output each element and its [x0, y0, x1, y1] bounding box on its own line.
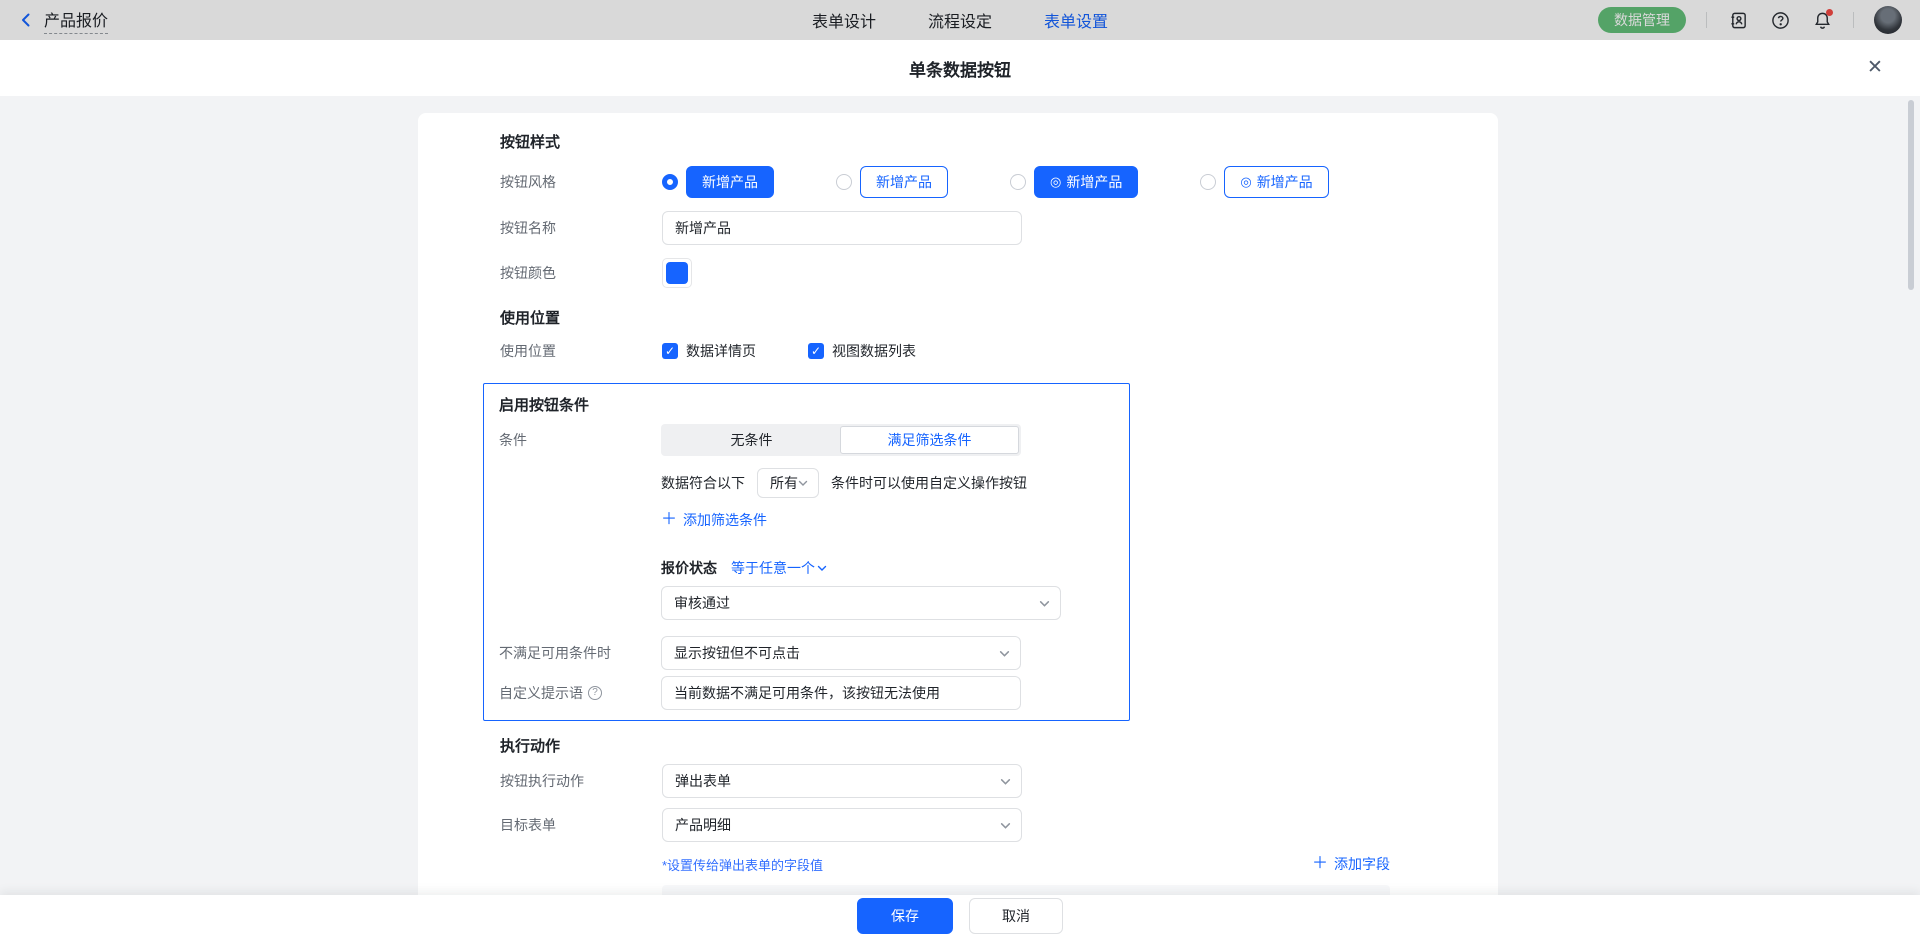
match-suffix: 条件时可以使用自定义操作按钮 [831, 473, 1027, 493]
action-select[interactable]: 弹出表单 [662, 764, 1022, 798]
button-name-row: 按钮名称 [500, 211, 1498, 245]
divider [1853, 12, 1854, 28]
tab-flow-setting[interactable]: 流程设定 [928, 8, 992, 32]
divider [1706, 12, 1707, 28]
action-row: 按钮执行动作 弹出表单 [500, 764, 1498, 798]
condition-label: 条件 [499, 430, 661, 450]
action-label: 按钮执行动作 [500, 771, 662, 791]
condition-segmented-control: 无条件 满足筛选条件 [661, 424, 1021, 456]
fields-note-row: *设置传给弹出表单的字段值 ＋添加字段 [662, 854, 1390, 874]
unmet-condition-label: 不满足可用条件时 [499, 643, 661, 663]
match-select[interactable]: 所有 [757, 468, 819, 498]
radio-icon[interactable] [1010, 174, 1026, 190]
radio-checked-icon[interactable] [662, 174, 678, 190]
data-manage-button[interactable]: 数据管理 [1598, 7, 1686, 33]
unmet-condition-select[interactable]: 显示按钮但不可点击 [661, 636, 1021, 670]
save-button[interactable]: 保存 [857, 898, 953, 934]
condition-row: 条件 无条件 满足筛选条件 [499, 424, 1113, 456]
checkbox-checked-icon[interactable]: ✓ [808, 343, 824, 359]
scrollbar[interactable] [1908, 100, 1914, 290]
chevron-down-icon [1000, 776, 1011, 787]
section-title-position: 使用位置 [500, 307, 1498, 328]
modal-footer: 保存 取消 [0, 895, 1920, 937]
modal-header: 单条数据按钮 ✕ [0, 40, 1920, 96]
modal-title: 单条数据按钮 [909, 56, 1011, 81]
demo-button-solid-icon: ◎新增产品 [1034, 166, 1138, 198]
close-icon[interactable]: ✕ [1864, 57, 1886, 79]
segment-filter-condition[interactable]: 满足筛选条件 [840, 426, 1019, 454]
button-color-row: 按钮颜色 [500, 258, 1498, 288]
style-option-outline-icon[interactable]: ◎新增产品 [1200, 166, 1328, 198]
help-icon[interactable] [1769, 9, 1791, 31]
section-title-action: 执行动作 [500, 735, 1498, 756]
radio-icon[interactable] [836, 174, 852, 190]
filter-field-name: 报价状态 [661, 558, 717, 578]
target-form-label: 目标表单 [500, 815, 662, 835]
chevron-down-icon [999, 648, 1010, 659]
condition-section-box: 启用按钮条件 条件 无条件 满足筛选条件 数据符合以下 所有 条件时可以使用自定… [483, 383, 1130, 721]
chevron-down-icon [798, 478, 808, 488]
add-field-button[interactable]: ＋添加字段 [1312, 854, 1390, 874]
back-icon[interactable] [18, 12, 34, 28]
checkbox-label: 视图数据列表 [832, 341, 916, 361]
checkbox-detail-page[interactable]: ✓ 数据详情页 [662, 341, 756, 361]
cancel-button[interactable]: 取消 [969, 898, 1063, 934]
checkbox-view-list[interactable]: ✓ 视图数据列表 [808, 341, 916, 361]
chevron-down-icon [1039, 598, 1050, 609]
avatar[interactable] [1874, 6, 1902, 34]
style-option-solid-icon[interactable]: ◎新增产品 [1010, 166, 1138, 198]
settings-card: 按钮样式 按钮风格 新增产品 新增产品 ◎新增产品 ◎新增产品 按钮名称 [418, 113, 1498, 937]
checkbox-label: 数据详情页 [686, 341, 756, 361]
unmet-condition-row: 不满足可用条件时 显示按钮但不可点击 [499, 636, 1113, 670]
fields-note: *设置传给弹出表单的字段值 [662, 855, 823, 874]
match-rule-row: 数据符合以下 所有 条件时可以使用自定义操作按钮 [661, 468, 1113, 498]
filter-field-row: 报价状态 等于任意一个 [661, 558, 1113, 578]
custom-tip-input[interactable] [661, 676, 1021, 710]
tab-form-design[interactable]: 表单设计 [812, 8, 876, 32]
button-name-input[interactable] [662, 211, 1022, 245]
tab-form-settings[interactable]: 表单设置 [1044, 8, 1108, 32]
demo-button-outline-icon: ◎新增产品 [1224, 166, 1328, 198]
match-prefix: 数据符合以下 [661, 473, 745, 493]
modal-body: 按钮样式 按钮风格 新增产品 新增产品 ◎新增产品 ◎新增产品 按钮名称 [0, 96, 1920, 937]
topbar: 产品报价 表单设计 流程设定 表单设置 数据管理 [0, 0, 1920, 40]
section-title-button-style: 按钮样式 [500, 131, 1498, 152]
color-picker[interactable] [662, 258, 692, 288]
notification-badge [1826, 9, 1833, 16]
custom-tip-row: 自定义提示语 ? [499, 676, 1113, 710]
section-title-condition: 启用按钮条件 [499, 394, 1113, 415]
breadcrumb-form-name[interactable]: 产品报价 [44, 7, 108, 34]
button-style-row: 按钮风格 新增产品 新增产品 ◎新增产品 ◎新增产品 [500, 166, 1498, 198]
demo-button-solid: 新增产品 [686, 166, 774, 198]
bell-icon[interactable] [1811, 9, 1833, 31]
target-icon: ◎ [1050, 174, 1061, 190]
segment-no-condition[interactable]: 无条件 [663, 426, 840, 454]
radio-icon[interactable] [1200, 174, 1216, 190]
button-name-label: 按钮名称 [500, 218, 662, 238]
target-form-row: 目标表单 产品明细 [500, 808, 1498, 842]
add-filter-button[interactable]: ＋添加筛选条件 [661, 510, 767, 530]
style-option-solid[interactable]: 新增产品 [662, 166, 774, 198]
target-icon: ◎ [1240, 174, 1251, 190]
filter-operator-link[interactable]: 等于任意一个 [731, 558, 827, 578]
position-label: 使用位置 [500, 341, 662, 361]
chevron-down-icon [1000, 820, 1011, 831]
demo-button-outline: 新增产品 [860, 166, 948, 198]
filter-value-row: 审核通过 [661, 586, 1113, 620]
info-icon[interactable]: ? [588, 686, 602, 700]
button-style-label: 按钮风格 [500, 172, 662, 192]
topbar-tabs: 表单设计 流程设定 表单设置 [812, 0, 1108, 40]
button-color-label: 按钮颜色 [500, 263, 662, 283]
style-option-outline[interactable]: 新增产品 [836, 166, 948, 198]
add-filter-row: ＋添加筛选条件 [661, 510, 1113, 530]
color-swatch [666, 262, 688, 284]
plus-icon: ＋ [1312, 857, 1328, 871]
checkbox-checked-icon[interactable]: ✓ [662, 343, 678, 359]
filter-value-select[interactable]: 审核通过 [661, 586, 1061, 620]
target-form-select[interactable]: 产品明细 [662, 808, 1022, 842]
plus-icon: ＋ [661, 513, 677, 527]
position-row: 使用位置 ✓ 数据详情页 ✓ 视图数据列表 [500, 341, 1498, 361]
contacts-icon[interactable] [1727, 9, 1749, 31]
custom-tip-label: 自定义提示语 ? [499, 683, 661, 703]
